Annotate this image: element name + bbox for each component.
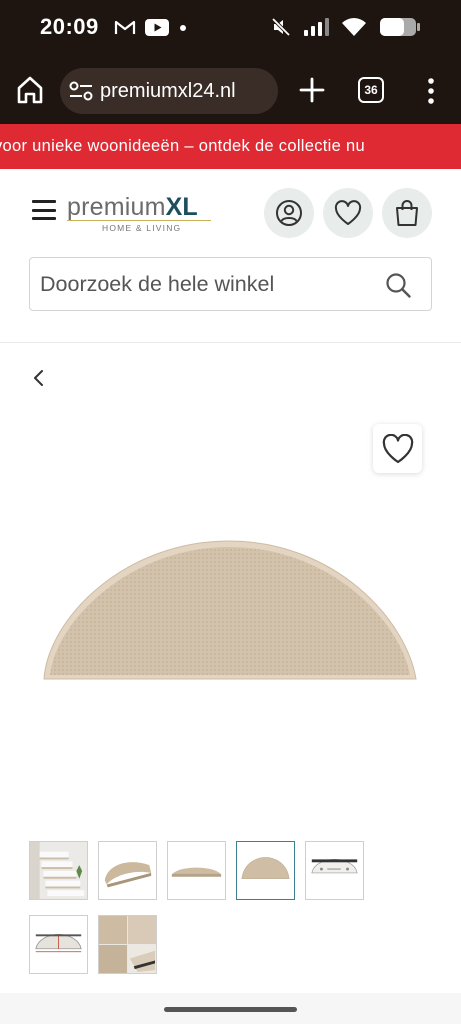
- site-settings-icon[interactable]: [68, 80, 94, 102]
- status-time: 20:09: [40, 14, 99, 39]
- search-box: [29, 257, 432, 311]
- thumb-mat-top-image: [237, 842, 294, 899]
- address-bar[interactable]: premiumxl24.nl: [60, 68, 278, 114]
- dot-icon: [180, 24, 186, 31]
- new-tab-icon[interactable]: [298, 76, 326, 104]
- gesture-handle[interactable]: [164, 1007, 297, 1012]
- home-icon[interactable]: [16, 75, 44, 105]
- logo-word: premium: [67, 193, 166, 221]
- thumb-mat-angle-image: [99, 842, 156, 899]
- system-navigation: [0, 993, 461, 1024]
- status-bar: 20:09: [0, 0, 461, 58]
- hamburger-menu-icon[interactable]: [32, 200, 56, 220]
- promo-text: voor unieke woonideeën – ontdek de colle…: [0, 137, 365, 155]
- wishlist-button[interactable]: [323, 188, 373, 238]
- thumb-mat-underside-image: [306, 842, 363, 899]
- promo-banner[interactable]: voor unieke woonideeën – ontdek de colle…: [0, 124, 461, 169]
- browser-toolbar: premiumxl24.nl 36: [0, 58, 461, 124]
- youtube-icon: [145, 19, 169, 36]
- thumb-mat-dimensions-image: [30, 916, 87, 973]
- gmail-icon: [114, 20, 136, 34]
- thumbnail[interactable]: [98, 915, 157, 974]
- thumbnail[interactable]: [305, 841, 364, 900]
- heart-icon: [382, 433, 413, 463]
- site-logo[interactable]: premiumXL HOME & LIVING: [67, 193, 213, 233]
- url-text: premiumxl24.nl: [100, 79, 236, 102]
- chevron-left-icon[interactable]: [30, 367, 48, 389]
- account-button[interactable]: [264, 188, 314, 238]
- thumb-mat-detail-image: [99, 916, 156, 973]
- user-icon: [276, 200, 302, 226]
- site-header: premiumXL HOME & LIVING: [0, 169, 461, 343]
- product-wishlist-button[interactable]: [373, 424, 422, 473]
- thumb-stairs-image: [30, 842, 87, 899]
- signal-icon: [304, 18, 329, 36]
- more-menu-icon[interactable]: [424, 76, 438, 106]
- mute-icon: [271, 17, 291, 37]
- thumbnail-active[interactable]: [236, 841, 295, 900]
- shopping-bag-icon: [396, 200, 418, 226]
- heart-icon: [334, 200, 362, 225]
- search-input[interactable]: [40, 270, 360, 298]
- product-image[interactable]: [34, 529, 424, 689]
- tab-switcher-button[interactable]: 36: [358, 77, 384, 103]
- thumbnail[interactable]: [167, 841, 226, 900]
- wifi-icon: [342, 18, 366, 36]
- thumbnail[interactable]: [29, 841, 88, 900]
- product-gallery: [0, 343, 461, 993]
- thumb-mat-side-image: [168, 842, 225, 899]
- thumbnail[interactable]: [98, 841, 157, 900]
- logo-xl: XL: [165, 193, 198, 221]
- logo-tagline: HOME & LIVING: [102, 223, 182, 233]
- thumbnail[interactable]: [29, 915, 88, 974]
- cart-button[interactable]: [382, 188, 432, 238]
- battery-icon: [380, 18, 420, 36]
- search-icon[interactable]: [384, 271, 412, 299]
